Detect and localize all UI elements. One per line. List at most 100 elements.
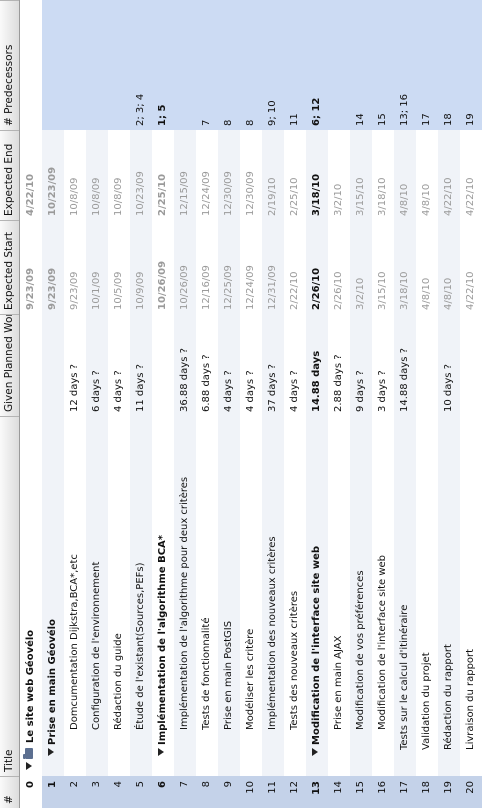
table-row[interactable]: 3 Configuration de l'environnement 6 days … xyxy=(86,0,108,808)
task-title-cell[interactable]: Étude de l'existant(Sources,PEFs) xyxy=(130,416,152,734)
predecessors-cell[interactable] xyxy=(20,0,42,130)
planned-work-cell[interactable]: 10 days ? xyxy=(438,314,460,416)
predecessors-cell[interactable]: 9; 10 xyxy=(262,0,284,130)
task-title-cell[interactable]: Modification de l'interface site web xyxy=(306,416,328,760)
disclosure-triangle-icon[interactable] xyxy=(312,748,318,756)
table-row[interactable]: 1 Prise en main Géovélo 9/23/09 10/23/09 xyxy=(42,0,64,808)
column-header-planned-work[interactable]: Given Planned Work xyxy=(0,314,19,416)
planned-work-cell[interactable]: 14.88 days ? xyxy=(394,314,416,416)
table-row[interactable]: 10 Modéliser les critère 4 days ? 12/24/09 1… xyxy=(240,0,262,808)
expected-start-cell[interactable]: 10/5/09 xyxy=(108,220,130,314)
expected-end-cell[interactable]: 2/25/10 xyxy=(152,130,174,220)
expected-start-cell[interactable]: 12/31/09 xyxy=(262,220,284,314)
planned-work-cell[interactable]: 4 days ? xyxy=(218,314,240,416)
expected-end-cell[interactable]: 4/22/10 xyxy=(460,130,482,220)
predecessors-cell[interactable]: 15 xyxy=(372,0,394,130)
expected-end-cell[interactable]: 10/23/09 xyxy=(130,130,152,220)
task-title-cell[interactable]: Tests des nouveaux critères xyxy=(284,416,306,734)
predecessors-cell[interactable] xyxy=(108,0,130,130)
predecessors-cell[interactable]: 18 xyxy=(438,0,460,130)
planned-work-cell[interactable]: 9 days ? xyxy=(350,314,372,416)
expected-end-cell[interactable]: 4/22/10 xyxy=(20,130,42,220)
expected-end-cell[interactable]: 3/2/10 xyxy=(328,130,350,220)
column-header-predecessors[interactable]: # Predecessors xyxy=(0,0,19,130)
disclosure-triangle-icon[interactable] xyxy=(158,748,164,756)
expected-end-cell[interactable]: 12/15/09 xyxy=(174,130,196,220)
table-row[interactable]: 18 Validation du projet 4/8/10 4/8/10 17 xyxy=(416,0,438,808)
planned-work-cell[interactable] xyxy=(152,314,174,416)
expected-end-cell[interactable]: 3/15/10 xyxy=(350,130,372,220)
expected-end-cell[interactable]: 4/8/10 xyxy=(416,130,438,220)
expected-start-cell[interactable]: 4/8/10 xyxy=(438,220,460,314)
expected-start-cell[interactable]: 2/26/10 xyxy=(328,220,350,314)
expected-start-cell[interactable]: 3/18/10 xyxy=(394,220,416,314)
expected-start-cell[interactable]: 4/8/10 xyxy=(416,220,438,314)
table-row[interactable]: 5 Étude de l'existant(Sources,PEFs) 11 day… xyxy=(130,0,152,808)
predecessors-cell[interactable]: 13; 16 xyxy=(394,0,416,130)
expected-start-cell[interactable]: 3/2/10 xyxy=(350,220,372,314)
task-title-cell[interactable]: Livraison du rapport xyxy=(460,416,482,754)
task-title-cell[interactable]: Implémentation de l'algorithme BCA* xyxy=(152,416,174,760)
predecessors-cell[interactable] xyxy=(42,0,64,130)
column-header-expected-start[interactable]: Expected Start xyxy=(0,220,19,314)
table-row[interactable]: 12 Tests des nouveaux critères 4 days ? 2/2… xyxy=(284,0,306,808)
task-title-cell[interactable]: Prise en main Géovélo xyxy=(42,416,64,760)
table-row[interactable]: 8 Tests de fonctionnalité 6.88 days ? 12/16… xyxy=(196,0,218,808)
predecessors-cell[interactable] xyxy=(86,0,108,130)
planned-work-cell[interactable]: 6 days ? xyxy=(86,314,108,416)
planned-work-cell[interactable] xyxy=(460,314,482,416)
predecessors-cell[interactable] xyxy=(64,0,86,130)
task-title-cell[interactable]: Le site web Géovélo xyxy=(20,416,42,774)
predecessors-cell[interactable]: 7 xyxy=(196,0,218,130)
expected-start-cell[interactable]: 9/23/09 xyxy=(42,220,64,314)
expected-end-cell[interactable]: 3/18/10 xyxy=(372,130,394,220)
predecessors-cell[interactable]: 6; 12 xyxy=(306,0,328,130)
predecessors-cell[interactable] xyxy=(174,0,196,130)
planned-work-cell[interactable]: 14.88 days xyxy=(306,314,328,416)
planned-work-cell[interactable]: 12 days ? xyxy=(64,314,86,416)
expected-start-cell[interactable]: 10/26/09 xyxy=(152,220,174,314)
planned-work-cell[interactable]: 4 days ? xyxy=(108,314,130,416)
task-title-cell[interactable]: Prise en main AJAX xyxy=(328,416,350,734)
planned-work-cell[interactable]: 4 days ? xyxy=(240,314,262,416)
predecessors-cell[interactable]: 8 xyxy=(240,0,262,130)
table-row[interactable]: 16 Modification de l'interface site web 3 … xyxy=(372,0,394,808)
expected-start-cell[interactable]: 4/22/10 xyxy=(460,220,482,314)
planned-work-cell[interactable] xyxy=(20,314,42,416)
expected-start-cell[interactable]: 9/23/09 xyxy=(64,220,86,314)
table-row[interactable]: 7 Implémentation de l'algorithme pour deu… xyxy=(174,0,196,808)
expected-end-cell[interactable]: 4/22/10 xyxy=(438,130,460,220)
task-title-cell[interactable]: Implémentation de l'algorithme pour deux… xyxy=(174,416,196,734)
expected-end-cell[interactable]: 2/19/10 xyxy=(262,130,284,220)
table-row[interactable]: 2 Domcumentation Dijkstra,BCA*,etc 12 days… xyxy=(64,0,86,808)
expected-end-cell[interactable]: 10/23/09 xyxy=(42,130,64,220)
expected-start-cell[interactable]: 12/16/09 xyxy=(196,220,218,314)
expected-end-cell[interactable]: 3/18/10 xyxy=(306,130,328,220)
table-row[interactable]: 13 Modification de l'interface site web 14… xyxy=(306,0,328,808)
task-title-cell[interactable]: Tests de fonctionnalité xyxy=(196,416,218,734)
table-row[interactable]: 14 Prise en main AJAX 2.88 days ? 2/26/10 3/… xyxy=(328,0,350,808)
predecessors-cell[interactable]: 1; 5 xyxy=(152,0,174,130)
task-title-cell[interactable]: Tests sur le calcul d'itinéraire xyxy=(394,416,416,754)
disclosure-triangle-icon[interactable] xyxy=(48,748,54,756)
predecessors-cell[interactable]: 2; 3; 4 xyxy=(130,0,152,130)
planned-work-cell[interactable]: 11 days ? xyxy=(130,314,152,416)
column-header-expected-end[interactable]: Expected End xyxy=(0,130,19,220)
table-row[interactable]: 4 Rédaction du guide 4 days ? 10/5/09 10/8/0… xyxy=(108,0,130,808)
task-title-cell[interactable]: Modification de l'interface site web xyxy=(372,416,394,734)
task-title-cell[interactable]: Modification de vos préférences xyxy=(350,416,372,734)
expected-start-cell[interactable]: 2/26/10 xyxy=(306,220,328,314)
expected-start-cell[interactable]: 12/24/09 xyxy=(240,220,262,314)
column-header-number[interactable]: # xyxy=(0,776,19,808)
expected-end-cell[interactable]: 2/25/10 xyxy=(284,130,306,220)
planned-work-cell[interactable]: 6.88 days ? xyxy=(196,314,218,416)
expected-end-cell[interactable]: 10/8/09 xyxy=(86,130,108,220)
expected-start-cell[interactable]: 10/9/09 xyxy=(130,220,152,314)
planned-work-cell[interactable]: 2.88 days ? xyxy=(328,314,350,416)
predecessors-cell[interactable]: 19 xyxy=(460,0,482,130)
expected-start-cell[interactable]: 12/25/09 xyxy=(218,220,240,314)
disclosure-triangle-icon[interactable] xyxy=(26,762,32,770)
planned-work-cell[interactable] xyxy=(416,314,438,416)
expected-end-cell[interactable]: 12/30/09 xyxy=(218,130,240,220)
table-row[interactable]: 9 Prise en main PostGIS 4 days ? 12/25/09 12… xyxy=(218,0,240,808)
